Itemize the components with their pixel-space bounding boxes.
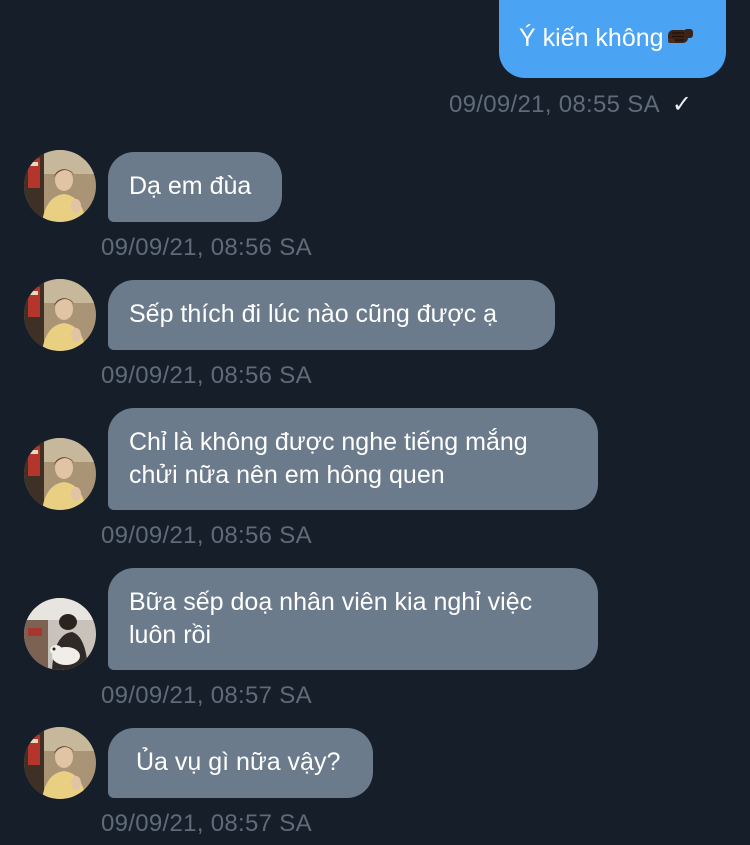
avatar-man-yellow-shirt-icon [24,727,96,799]
message-timestamp: 09/09/21, 08:55 SA ✓ [449,90,692,119]
message-timestamp: 09/09/21, 08:56 SA [101,362,312,389]
avatar-man-yellow-shirt-icon [24,279,96,351]
chat-thread[interactable]: Ý kiến không 09/09/21, 08:55 SA ✓ Dạ em đ… [0,0,750,845]
message-text-line-1: Bữa sếp doạ nhân viên kia nghỉ việc [129,588,533,616]
message-text-line-2: luôn rồi [129,621,211,649]
message-text: Ủa vụ gì nữa vậy? [136,748,341,776]
message-timestamp: 09/09/21, 08:56 SA [101,522,312,549]
message-text: Dạ em đùa [129,172,252,200]
avatar[interactable] [24,438,96,510]
avatar[interactable] [24,727,96,799]
message-text: Sếp thích đi lúc nào cũng được ạ [129,300,498,328]
message-timestamp: 09/09/21, 08:57 SA [101,810,312,837]
check-icon: ✓ [671,91,693,118]
message-text: Ý kiến không [519,24,664,52]
avatar-man-yellow-shirt-icon [24,438,96,510]
received-message-bubble[interactable]: Ủa vụ gì nữa vậy? [108,728,373,798]
timestamp-text: 09/09/21, 08:55 SA [449,91,660,118]
message-text-line-2: chửi nữa nên em hông quen [129,461,445,489]
message-timestamp: 09/09/21, 08:56 SA [101,234,312,261]
received-message-bubble[interactable]: Bữa sếp doạ nhân viên kia nghỉ việc luôn… [108,568,598,670]
avatar[interactable] [24,598,96,670]
avatar-man-yellow-shirt-icon [24,150,96,222]
avatar[interactable] [24,150,96,222]
sent-message-bubble[interactable]: Ý kiến không [499,0,726,78]
received-message-bubble[interactable]: Dạ em đùa [108,152,282,222]
received-message-bubble[interactable]: Chỉ là không được nghe tiếng mắng chửi n… [108,408,598,510]
received-message-bubble[interactable]: Sếp thích đi lúc nào cũng được ạ [108,280,555,350]
fist-emoji-icon [666,24,696,57]
avatar[interactable] [24,279,96,351]
avatar-person-with-dog-icon [24,598,96,670]
message-text-line-1: Chỉ là không được nghe tiếng mắng [129,428,528,456]
message-timestamp: 09/09/21, 08:57 SA [101,682,312,709]
